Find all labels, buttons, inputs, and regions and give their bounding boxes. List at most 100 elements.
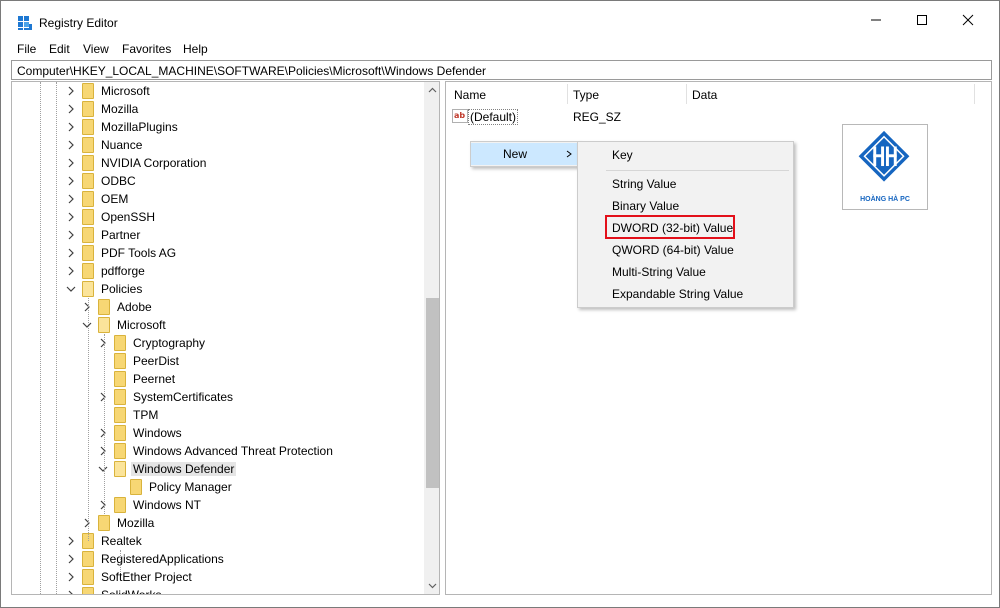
column-separator[interactable]	[974, 84, 975, 104]
menu-item-expandable-string-value-label: Expandable String Value	[612, 287, 744, 301]
expand-chevron-icon[interactable]	[97, 391, 109, 403]
menu-item-qword-value-label: QWORD (64-bit) Value	[612, 243, 734, 257]
tree-scroll-thumb[interactable]	[426, 298, 439, 488]
tree-item[interactable]: Mozilla	[12, 100, 424, 118]
expand-chevron-icon[interactable]	[81, 301, 93, 313]
tree-item-label: Nuance	[101, 138, 143, 152]
maximize-icon	[917, 15, 927, 25]
tree-item[interactable]: SolidWorks	[12, 586, 424, 595]
tree-item[interactable]: OEM	[12, 190, 424, 208]
expand-chevron-icon[interactable]	[65, 175, 77, 187]
menu-file[interactable]: File	[17, 42, 36, 56]
menu-item-multi-string-value[interactable]: Multi-String Value	[578, 261, 793, 283]
expand-chevron-icon[interactable]	[97, 445, 109, 457]
tree-item[interactable]: OpenSSH	[12, 208, 424, 226]
expand-chevron-icon[interactable]	[65, 103, 77, 115]
column-separator[interactable]	[686, 84, 687, 104]
column-name-header[interactable]: Name	[454, 82, 486, 106]
menu-item-string-value[interactable]: String Value	[578, 173, 793, 195]
tree-item[interactable]: Adobe	[12, 298, 424, 316]
expand-chevron-icon[interactable]	[65, 589, 77, 595]
value-row-default[interactable]: ab (Default) REG_SZ	[446, 106, 991, 126]
expand-chevron-icon[interactable]	[65, 139, 77, 151]
column-type-header[interactable]: Type	[573, 82, 599, 106]
menu-item-qword-value[interactable]: QWORD (64-bit) Value	[578, 239, 793, 261]
tree-item[interactable]: MozillaPlugins	[12, 118, 424, 136]
tree-item[interactable]: Microsoft	[12, 82, 424, 100]
expand-chevron-icon[interactable]	[65, 553, 77, 565]
tree-item[interactable]: Policy Manager	[12, 478, 424, 496]
menu-edit[interactable]: Edit	[49, 42, 70, 56]
scroll-down-icon[interactable]	[427, 580, 438, 591]
expand-chevron-icon[interactable]	[81, 517, 93, 529]
expand-chevron-icon[interactable]	[97, 427, 109, 439]
expand-chevron-icon[interactable]	[65, 265, 77, 277]
expand-chevron-icon[interactable]	[65, 121, 77, 133]
tree-item[interactable]: RegisteredApplications	[12, 550, 424, 568]
tree-item-label: Windows	[133, 426, 182, 440]
menu-item-binary-value[interactable]: Binary Value	[578, 195, 793, 217]
expand-chevron-icon[interactable]	[65, 247, 77, 259]
tree-item[interactable]: SoftEther Project	[12, 568, 424, 586]
tree-item[interactable]: Policies	[12, 280, 424, 298]
expand-chevron-icon[interactable]	[65, 85, 77, 97]
menu-view[interactable]: View	[83, 42, 109, 56]
tree-guide-line	[40, 82, 41, 594]
tree-item-label: Mozilla	[101, 102, 139, 116]
close-button[interactable]	[945, 1, 991, 39]
tree-item[interactable]: Windows Defender	[12, 460, 424, 478]
tree-item[interactable]: pdfforge	[12, 262, 424, 280]
tree-item[interactable]: PeerDist	[12, 352, 424, 370]
tree-item[interactable]: Cryptography	[12, 334, 424, 352]
tree-item[interactable]: PDF Tools AG	[12, 244, 424, 262]
menu-item-new[interactable]: New	[471, 143, 579, 165]
menu-favorites[interactable]: Favorites	[122, 42, 171, 56]
tree-item-label: Policies	[101, 282, 143, 296]
tree-item[interactable]: Windows	[12, 424, 424, 442]
minimize-button[interactable]	[853, 1, 899, 39]
logo-caption: HOÀNG HÀ PC	[860, 196, 910, 203]
folder-icon	[82, 119, 94, 135]
collapse-chevron-icon[interactable]	[65, 283, 77, 295]
tree-item[interactable]: Peernet	[12, 370, 424, 388]
tree-item[interactable]: Windows NT	[12, 496, 424, 514]
collapse-chevron-icon[interactable]	[81, 319, 93, 331]
tree-item[interactable]: Nuance	[12, 136, 424, 154]
expand-chevron-icon[interactable]	[97, 337, 109, 349]
tree-item[interactable]: SystemCertificates	[12, 388, 424, 406]
address-bar[interactable]: Computer\HKEY_LOCAL_MACHINE\SOFTWARE\Pol…	[11, 60, 992, 80]
tree-item[interactable]: NVIDIA Corporation	[12, 154, 424, 172]
folder-icon	[82, 209, 94, 225]
expand-chevron-icon[interactable]	[65, 157, 77, 169]
folder-icon	[114, 335, 126, 351]
folder-icon	[82, 155, 94, 171]
folder-icon	[130, 479, 142, 495]
tree-item[interactable]: ODBC	[12, 172, 424, 190]
expand-chevron-icon[interactable]	[65, 193, 77, 205]
column-data-header[interactable]: Data	[692, 82, 717, 106]
tree-item[interactable]: TPM	[12, 406, 424, 424]
menu-help[interactable]: Help	[183, 42, 208, 56]
menu-item-key[interactable]: Key	[578, 144, 793, 166]
maximize-button[interactable]	[899, 1, 945, 39]
expand-chevron-icon[interactable]	[65, 535, 77, 547]
tree-item[interactable]: Microsoft	[12, 316, 424, 334]
close-icon	[962, 14, 974, 26]
folder-icon	[82, 569, 94, 585]
menu-item-expandable-string-value[interactable]: Expandable String Value	[578, 283, 793, 305]
expand-chevron-icon[interactable]	[65, 211, 77, 223]
scroll-up-icon[interactable]	[427, 85, 438, 96]
collapse-chevron-icon[interactable]	[97, 463, 109, 475]
tree-item[interactable]: Realtek	[12, 532, 424, 550]
tree-item[interactable]: Windows Advanced Threat Protection	[12, 442, 424, 460]
key-tree-pane[interactable]: Microsoft Mozilla MozillaPlugins Nuance NVID…	[11, 81, 440, 595]
expand-chevron-icon[interactable]	[97, 499, 109, 511]
tree-scrollbar[interactable]	[424, 82, 439, 594]
folder-icon	[82, 587, 94, 594]
tree-item[interactable]: Partner	[12, 226, 424, 244]
expand-chevron-icon[interactable]	[65, 229, 77, 241]
column-separator[interactable]	[567, 84, 568, 104]
tree-item-label: Cryptography	[133, 336, 206, 350]
expand-chevron-icon[interactable]	[65, 571, 77, 583]
tree-item[interactable]: Mozilla	[12, 514, 424, 532]
